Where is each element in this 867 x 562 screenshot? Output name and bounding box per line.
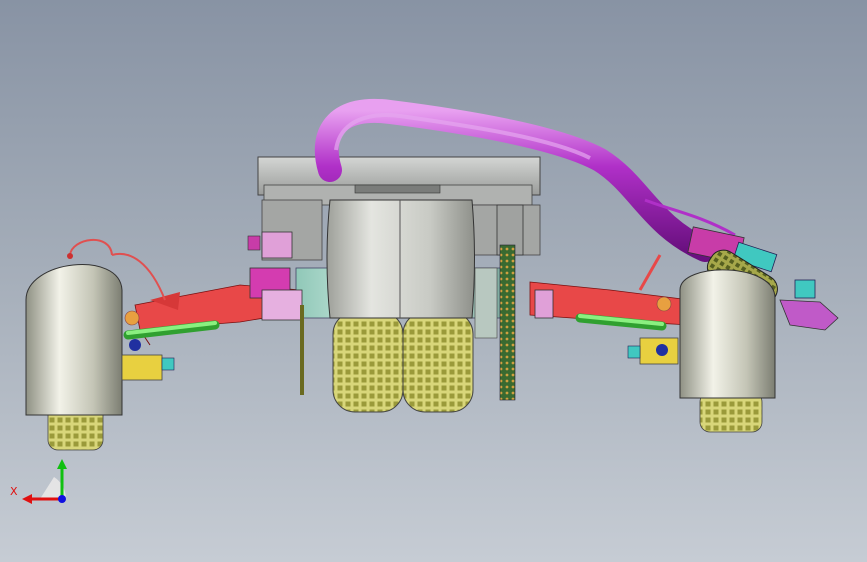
right-control-arm bbox=[529, 254, 691, 326]
center-dual-tires bbox=[332, 311, 474, 413]
motor-drum bbox=[326, 199, 475, 319]
z-axis-dot bbox=[58, 495, 66, 503]
left-fender bbox=[25, 264, 123, 416]
right-wheel bbox=[679, 269, 776, 433]
assembly-3d-model[interactable] bbox=[0, 0, 867, 562]
cad-viewport[interactable]: X bbox=[0, 0, 867, 562]
left-wheel bbox=[25, 238, 166, 451]
axis-triad: X bbox=[10, 455, 80, 515]
right-mount bbox=[534, 289, 554, 319]
right-fender bbox=[679, 269, 776, 399]
triad-graphic bbox=[22, 459, 67, 504]
x-axis-label: X bbox=[10, 485, 18, 498]
